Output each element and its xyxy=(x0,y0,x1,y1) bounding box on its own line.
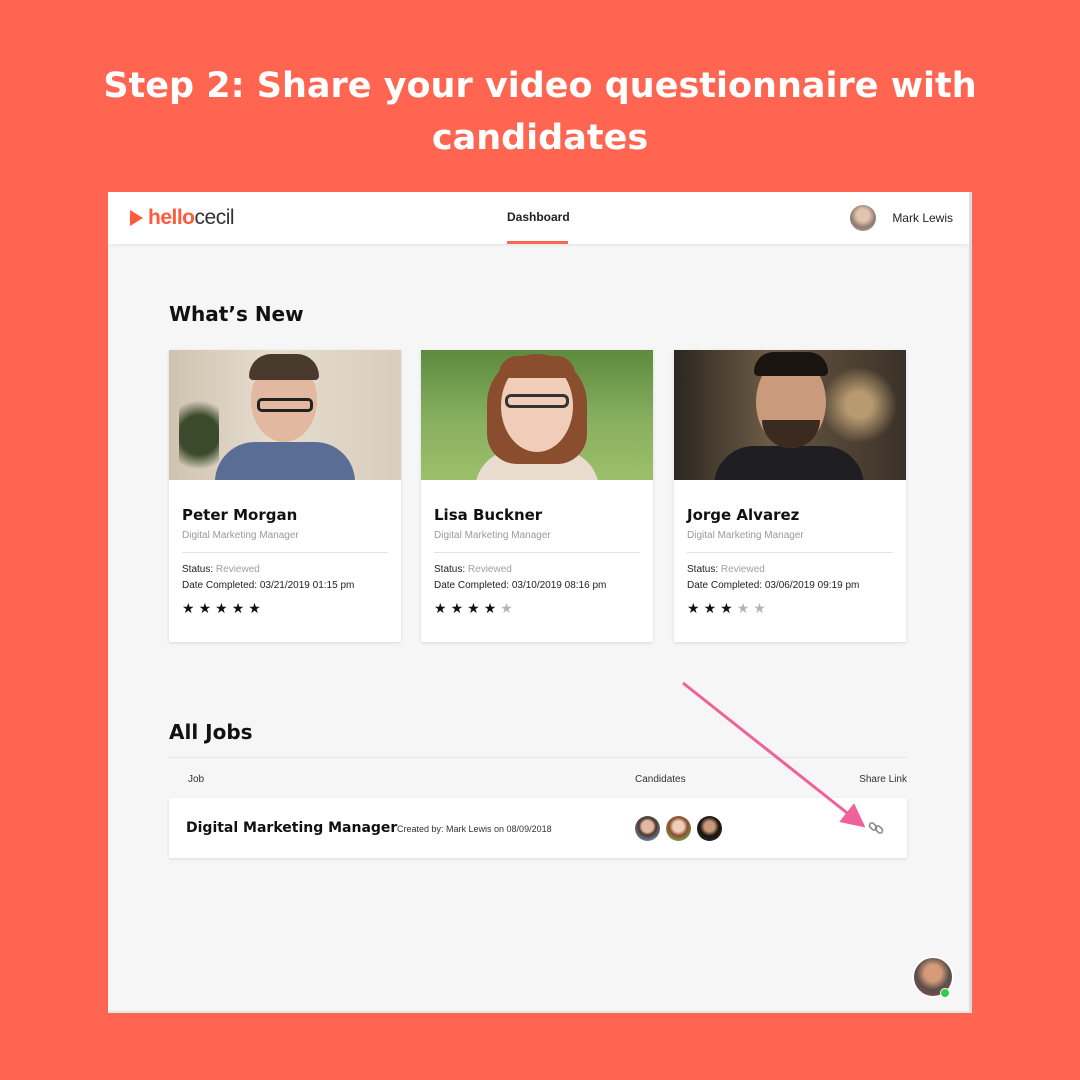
headline-line-1: Step 2: Share your video questionnaire w… xyxy=(103,66,977,106)
arrow-annotation xyxy=(682,681,866,828)
headline: Step 2: Share your video questionnaire w… xyxy=(60,60,1020,164)
headline-line-2: candidates xyxy=(431,118,649,158)
online-status-dot xyxy=(940,988,950,998)
app-screenshot: hellocecil Dashboard Mark Lewis What’s N… xyxy=(108,192,972,1013)
